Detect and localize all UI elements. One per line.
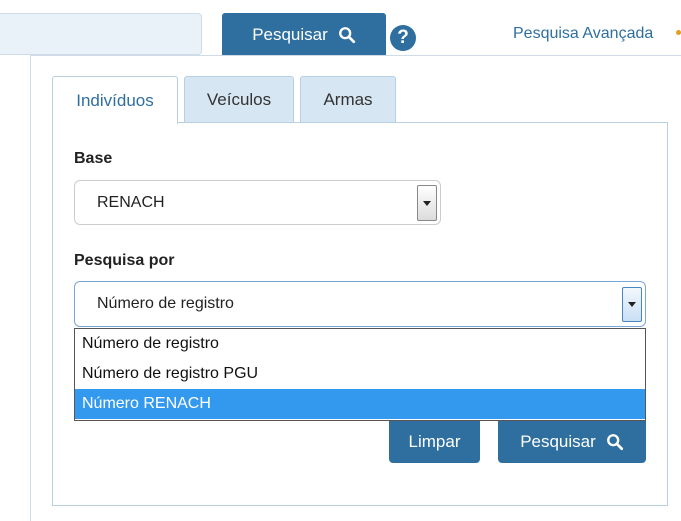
search-icon xyxy=(338,26,355,43)
pesquisa-por-select-value: Número de registro xyxy=(97,295,234,312)
search-icon xyxy=(606,434,623,451)
top-search-button-label: Pesquisar xyxy=(252,24,328,44)
tab-veiculos-label: Veículos xyxy=(206,90,272,109)
pesquisa-por-dropdown: Número de registro Número de registro PG… xyxy=(74,328,646,421)
top-search-button[interactable]: Pesquisar xyxy=(222,13,386,56)
dropdown-option-numero-renach[interactable]: Número RENACH xyxy=(75,389,645,419)
tab-armas[interactable]: Armas xyxy=(300,76,396,123)
advanced-search-link[interactable]: Pesquisa Avançada xyxy=(513,25,653,43)
base-select-value: RENACH xyxy=(97,193,165,211)
clear-button[interactable]: Limpar xyxy=(389,421,480,463)
clear-button-label: Limpar xyxy=(408,432,461,451)
pesquisa-por-label: Pesquisa por xyxy=(74,252,175,269)
pesquisa-por-select[interactable]: Número de registro xyxy=(74,281,646,327)
advanced-search-caret-icon xyxy=(676,30,681,35)
tab-armas-label: Armas xyxy=(323,90,373,109)
chevron-down-icon[interactable] xyxy=(417,185,437,221)
help-icon[interactable]: ? xyxy=(390,25,416,51)
top-search-input[interactable] xyxy=(0,13,202,55)
search-button[interactable]: Pesquisar xyxy=(498,421,646,463)
tab-veiculos[interactable]: Veículos xyxy=(184,76,294,123)
help-symbol: ? xyxy=(397,27,409,48)
base-label: Base xyxy=(74,150,113,167)
tab-individuos[interactable]: Indivíduos xyxy=(52,76,178,124)
dropdown-option-numero-registro[interactable]: Número de registro xyxy=(75,329,645,359)
search-button-label: Pesquisar xyxy=(520,432,596,451)
chevron-down-icon[interactable] xyxy=(622,287,642,322)
dropdown-option-numero-registro-pgu[interactable]: Número de registro PGU xyxy=(75,359,645,389)
tab-individuos-label: Indivíduos xyxy=(76,90,154,110)
base-select[interactable]: RENACH xyxy=(74,180,441,225)
